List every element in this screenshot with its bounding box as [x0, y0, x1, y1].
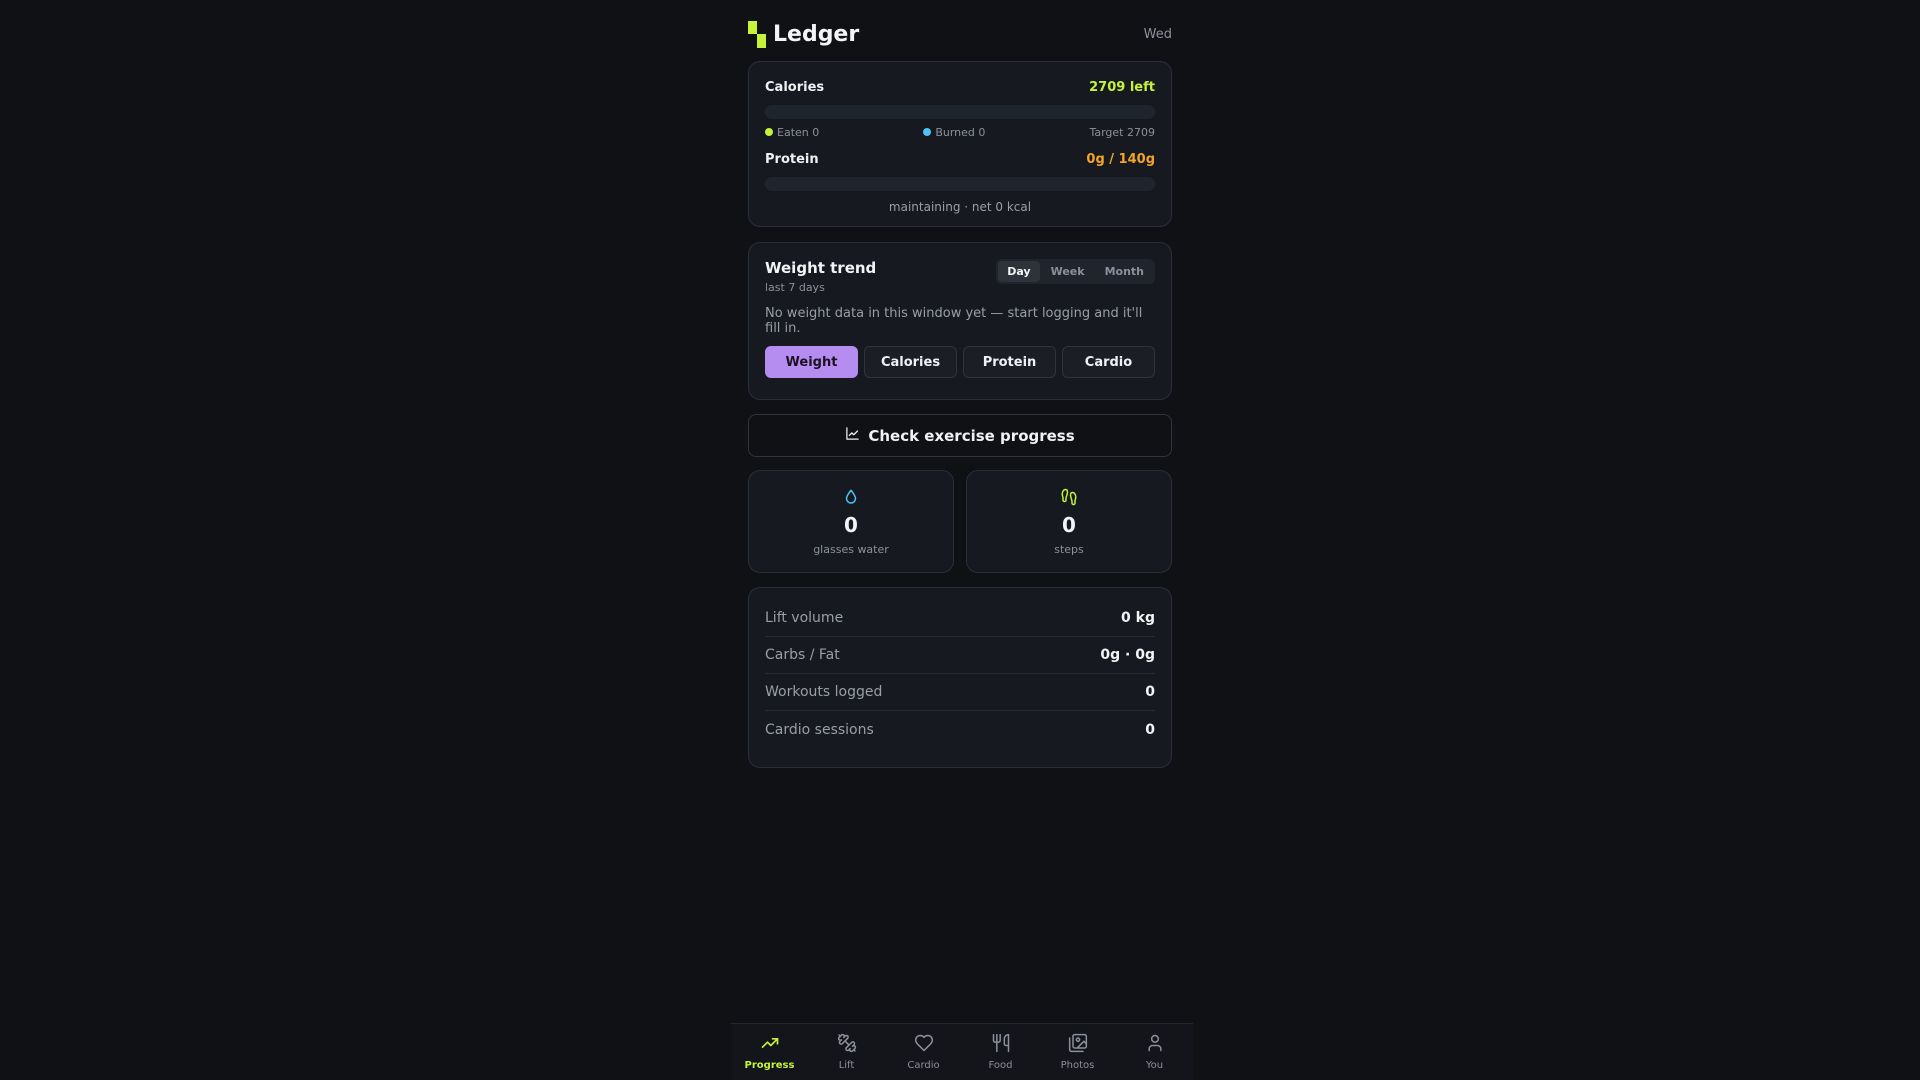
summary-row-value: 0	[1145, 721, 1155, 738]
burned-label: Burned 0	[935, 125, 986, 139]
energy-card: Calories 2709 left Eaten 0 Burned 0 Targ…	[748, 61, 1172, 227]
steps-value: 0	[1062, 513, 1076, 537]
user-icon	[1144, 1033, 1166, 1057]
burned-dot-icon	[923, 127, 932, 136]
range-week-button[interactable]: Week	[1042, 261, 1094, 282]
ledger-logo-icon	[748, 20, 766, 48]
tab-label: You	[1145, 1060, 1164, 1071]
summary-row-cardio-sessions: Cardio sessions 0	[765, 711, 1155, 748]
tab-label: Photos	[1060, 1060, 1095, 1071]
utensils-icon	[990, 1033, 1012, 1057]
tab-food[interactable]: Food	[962, 1024, 1039, 1080]
check-exercise-progress-label: Check exercise progress	[868, 426, 1075, 445]
tab-cardio[interactable]: Cardio	[885, 1024, 962, 1080]
target-label: Target 2709	[1089, 125, 1155, 139]
summary-row-label: Cardio sessions	[765, 721, 874, 738]
day-label: Wed	[1143, 26, 1172, 42]
tab-label: Lift	[838, 1060, 855, 1071]
protein-value: 0g / 140g	[1086, 151, 1155, 167]
trend-title: Weight trend	[765, 259, 877, 277]
check-exercise-progress-button[interactable]: Check exercise progress	[748, 414, 1172, 457]
steps-card[interactable]: 0 steps	[966, 470, 1172, 573]
calories-title: Calories	[765, 79, 825, 95]
calories-progress-bar	[765, 105, 1155, 119]
header: Ledger Wed	[748, 18, 1172, 50]
tab-lift[interactable]: Lift	[808, 1024, 885, 1080]
app-title: Ledger	[773, 21, 860, 47]
summary-row-carbs-fat: Carbs / Fat 0g · 0g	[765, 637, 1155, 674]
energy-status: maintaining · net 0 kcal	[888, 200, 1032, 214]
metric-cardio-button[interactable]: Cardio	[1062, 346, 1155, 378]
calories-left: 2709 left	[1089, 79, 1155, 95]
metric-protein-button[interactable]: Protein	[963, 346, 1056, 378]
weight-trend-card: Weight trend last 7 days Day Week Month …	[748, 242, 1172, 400]
summary-row-value: 0	[1145, 684, 1155, 700]
tab-label: Cardio	[907, 1060, 940, 1071]
summary-row-label: Lift volume	[765, 610, 844, 626]
metric-weight-button[interactable]: Weight	[765, 346, 858, 378]
metric-selector: Weight Calories Protein Cardio	[765, 346, 1155, 378]
range-selector: Day Week Month	[996, 259, 1155, 284]
summary-row-workouts: Workouts logged 0	[765, 674, 1155, 711]
summary-row-value: 0g · 0g	[1100, 647, 1155, 663]
water-label: glasses water	[813, 543, 889, 556]
brand: Ledger	[748, 20, 860, 48]
summary-card: Lift volume 0 kg Carbs / Fat 0g · 0g Wor…	[748, 587, 1172, 768]
footprints-icon	[1060, 487, 1078, 507]
tab-label: Food	[988, 1060, 1013, 1071]
trending-up-icon	[759, 1033, 781, 1057]
eaten-dot-icon	[765, 127, 773, 136]
metric-calories-button[interactable]: Calories	[864, 346, 957, 378]
bottom-tab-bar: Progress Lift Cardio Food Photos You	[731, 1023, 1193, 1080]
app-shell: Ledger Wed Calories 2709 left Eaten 0 Bu…	[731, 0, 1193, 1080]
summary-row-label: Carbs / Fat	[765, 647, 840, 663]
water-value: 0	[844, 513, 858, 537]
trend-subtitle: last 7 days	[765, 281, 825, 294]
protein-progress-bar	[765, 177, 1155, 191]
tab-label: Progress	[744, 1060, 795, 1071]
protein-title: Protein	[765, 151, 819, 167]
summary-row-lift-volume: Lift volume 0 kg	[765, 600, 1155, 637]
images-icon	[1067, 1033, 1089, 1057]
range-day-button[interactable]: Day	[998, 261, 1040, 282]
tab-you[interactable]: You	[1116, 1024, 1193, 1080]
range-month-button[interactable]: Month	[1096, 261, 1153, 282]
droplet-icon	[842, 487, 860, 507]
line-chart-icon	[845, 426, 860, 445]
heart-icon	[913, 1033, 935, 1057]
summary-row-value: 0 kg	[1121, 610, 1155, 626]
burned-stat: Burned 0	[923, 126, 985, 139]
summary-row-label: Workouts logged	[765, 684, 883, 700]
eaten-label: Eaten 0	[777, 125, 820, 139]
water-card[interactable]: 0 glasses water	[748, 470, 954, 573]
trend-empty-message: No weight data in this window yet — star…	[765, 306, 1143, 336]
eaten-stat: Eaten 0	[765, 126, 819, 139]
tab-photos[interactable]: Photos	[1039, 1024, 1116, 1080]
steps-label: steps	[1054, 543, 1084, 556]
dumbbell-icon	[836, 1033, 858, 1057]
tab-progress[interactable]: Progress	[731, 1024, 808, 1080]
